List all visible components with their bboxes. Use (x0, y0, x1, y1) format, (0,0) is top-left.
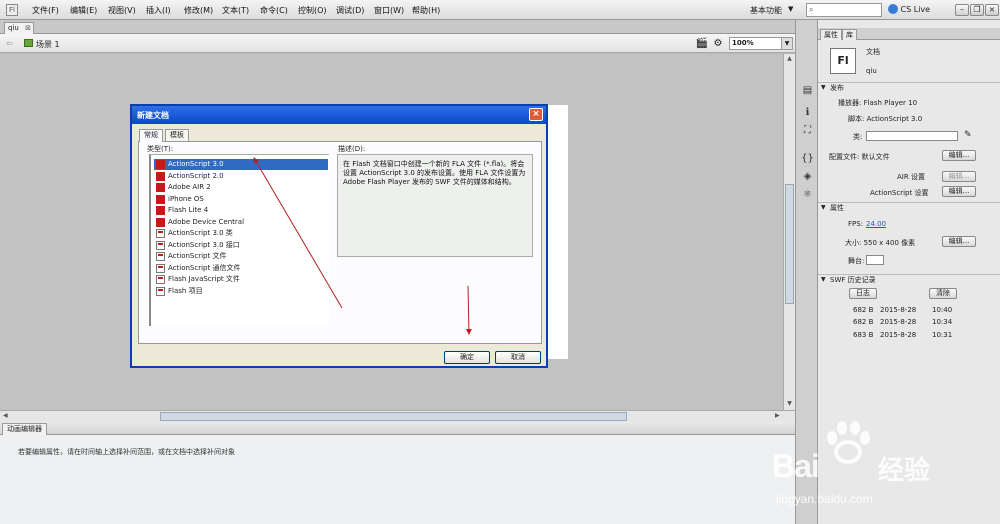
baidu-watermark: Bai 经验 jingyan.baidu.com (760, 420, 950, 520)
baidu-paw-icon (827, 421, 870, 464)
arrow-to-ok (465, 285, 472, 335)
watermark-url: jingyan.baidu.com (776, 492, 873, 506)
watermark-brand: Bai (772, 448, 820, 484)
arrow-to-as3 (253, 157, 343, 309)
watermark-brand-cn: 经验 (878, 456, 931, 486)
tab-general[interactable]: 常规 (139, 129, 163, 142)
